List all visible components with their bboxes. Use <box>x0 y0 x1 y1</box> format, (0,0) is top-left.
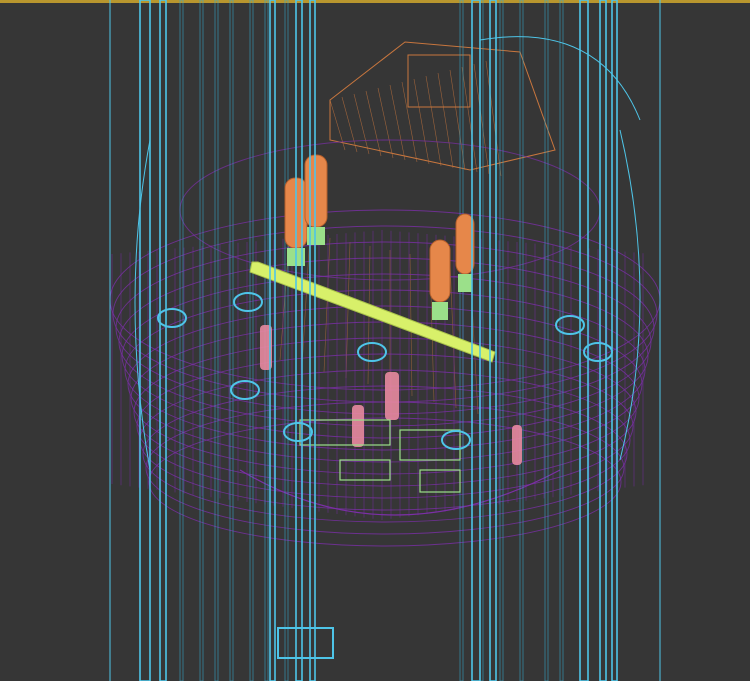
support-column <box>599 0 607 681</box>
box-hatch-line <box>437 72 454 169</box>
column-foot <box>277 627 334 659</box>
support-column <box>139 0 151 681</box>
support-column <box>579 0 589 681</box>
thin-column <box>249 0 254 681</box>
thin-column <box>284 0 289 681</box>
shell-arc-right <box>619 129 641 461</box>
column-flange <box>441 430 471 450</box>
support-column <box>489 0 497 681</box>
wireframe-scene <box>109 0 661 681</box>
support-column <box>309 0 316 681</box>
box-top-outline <box>329 41 556 171</box>
box-hatch-line <box>401 81 418 163</box>
support-column <box>471 0 481 681</box>
base-component-3 <box>339 459 391 481</box>
3d-viewport[interactable] <box>0 0 750 681</box>
canister-4-base <box>458 274 472 292</box>
thin-column <box>499 0 504 681</box>
box-hatch-line <box>377 87 394 159</box>
canister-3 <box>429 239 451 303</box>
support-columns-front <box>139 0 618 681</box>
box-hatch-line <box>365 90 382 157</box>
box-hatch-line <box>473 63 490 175</box>
thin-column <box>229 0 234 681</box>
thin-column <box>559 0 564 681</box>
thin-column <box>519 0 524 681</box>
support-columns-back <box>109 0 661 681</box>
box-hatch-line <box>413 78 430 165</box>
box-hatch-line <box>485 60 502 177</box>
base-component-1 <box>299 419 391 446</box>
support-column <box>611 0 618 681</box>
box-hatch-line <box>425 75 442 167</box>
cylindrical-cage-wireframe <box>109 139 661 547</box>
canister-2 <box>304 154 328 228</box>
box-hatch-line <box>389 84 406 161</box>
support-column <box>159 0 167 681</box>
pink-part-4 <box>512 425 522 465</box>
column-flange <box>230 380 260 400</box>
box-hatch-line <box>323 237 331 373</box>
box-hatch-line <box>345 241 351 379</box>
pink-part-2 <box>385 372 399 420</box>
thin-column <box>199 0 204 681</box>
thin-column <box>544 0 549 681</box>
box-hatch-line <box>353 93 370 155</box>
canister-3-base <box>432 302 448 320</box>
support-column <box>269 0 276 681</box>
pink-part-3 <box>352 405 364 447</box>
thin-column <box>179 0 184 681</box>
